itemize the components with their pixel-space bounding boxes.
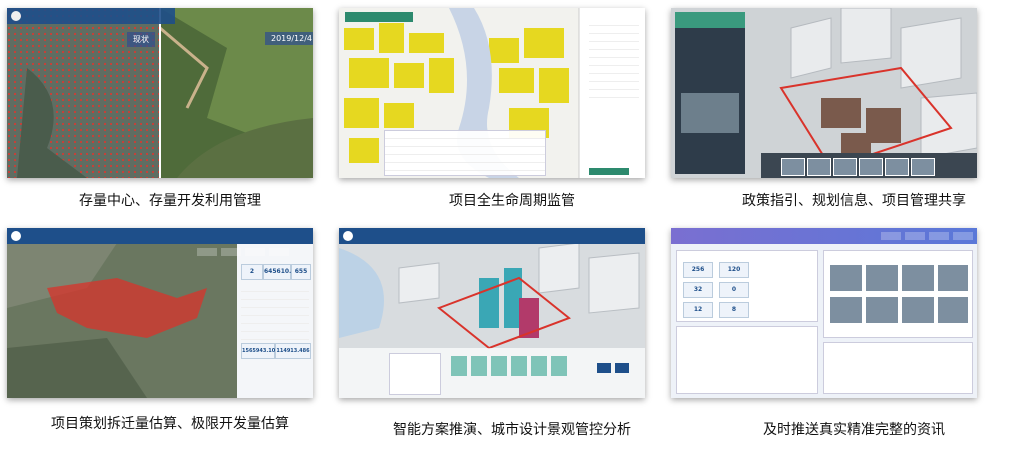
stat-value: 655 (291, 264, 311, 280)
screenshot-stock-management: 现状 2019/12/4 (7, 8, 313, 178)
stat-value: 1565943.108 (241, 343, 279, 359)
scheme-thumb[interactable] (511, 356, 527, 376)
layer-tree (589, 18, 639, 98)
estimate-table (241, 284, 309, 340)
date-badge: 2019/12/4 (265, 32, 313, 45)
scene-thumbnail[interactable] (781, 158, 805, 176)
current-status-badge: 现状 (127, 32, 155, 47)
scheme-panel (389, 353, 441, 395)
featured-image[interactable] (937, 264, 969, 292)
screenshot-project-lifecycle (339, 8, 645, 178)
news-list (676, 326, 818, 394)
scheme-thumb[interactable] (491, 356, 507, 376)
screenshot-news-dashboard: 256 120 32 0 12 8 (671, 228, 977, 398)
project-info-table (384, 130, 546, 176)
app-header (7, 8, 175, 24)
stat-value: 114913.486 (275, 343, 311, 359)
stat-value: 0 (719, 282, 749, 298)
featured-image[interactable] (829, 296, 863, 324)
scene-thumbnail[interactable] (859, 158, 883, 176)
confirm-button[interactable] (589, 168, 629, 175)
stat-value: 12 (683, 302, 713, 318)
scheme-thumb[interactable] (471, 356, 487, 376)
stat-value: 2 (241, 264, 263, 280)
scene-thumbnail[interactable] (885, 158, 909, 176)
stat-value: 120 (719, 262, 749, 278)
scheme-thumb[interactable] (551, 356, 567, 376)
caption-1: 存量中心、存量开发利用管理 (79, 193, 261, 209)
nav-tab[interactable] (197, 248, 217, 256)
caption-6: 及时推送真实精准完整的资讯 (763, 422, 945, 438)
caption-4: 项目策划拆迁量估算、极限开发量估算 (51, 416, 289, 432)
caption-5: 智能方案推演、城市设计景观管控分析 (393, 422, 631, 438)
nav-tab[interactable] (269, 248, 289, 256)
nav-tab[interactable] (953, 232, 973, 240)
featured-image[interactable] (829, 264, 863, 292)
policy-panel-header (675, 12, 745, 28)
nav-tab[interactable] (905, 232, 925, 240)
featured-image[interactable] (937, 296, 969, 324)
caption-2: 项目全生命周期监管 (449, 193, 575, 209)
policy-photo (681, 93, 739, 133)
screenshot-demolition-estimate: 2 645610.4 655 1565943.108 114913.486 (7, 228, 313, 398)
nav-tab[interactable] (929, 232, 949, 240)
stat-value: 645610.4 (263, 264, 296, 280)
featured-image[interactable] (865, 296, 899, 324)
tool-button[interactable] (597, 363, 611, 373)
featured-image[interactable] (901, 296, 935, 324)
panel-title-bar (345, 12, 413, 22)
scheme-thumb[interactable] (531, 356, 547, 376)
scene-thumbnail[interactable] (911, 158, 935, 176)
featured-image[interactable] (865, 264, 899, 292)
stat-value: 8 (719, 302, 749, 318)
app-header (7, 228, 313, 244)
stat-value: 32 (683, 282, 713, 298)
screenshot-policy-sharing (671, 8, 977, 178)
caption-3: 政策指引、规划信息、项目管理共享 (742, 193, 966, 209)
featured-image[interactable] (901, 264, 935, 292)
screenshot-smart-scheme (339, 228, 645, 398)
scene-thumbnail[interactable] (807, 158, 831, 176)
nav-tab[interactable] (245, 248, 265, 256)
project-dynamics (823, 342, 973, 394)
nav-tab[interactable] (221, 248, 241, 256)
app-header (339, 228, 645, 244)
tool-button[interactable] (615, 363, 629, 373)
stat-value: 256 (683, 262, 713, 278)
scene-thumbnail[interactable] (833, 158, 857, 176)
scheme-thumb[interactable] (451, 356, 467, 376)
nav-tab[interactable] (881, 232, 901, 240)
